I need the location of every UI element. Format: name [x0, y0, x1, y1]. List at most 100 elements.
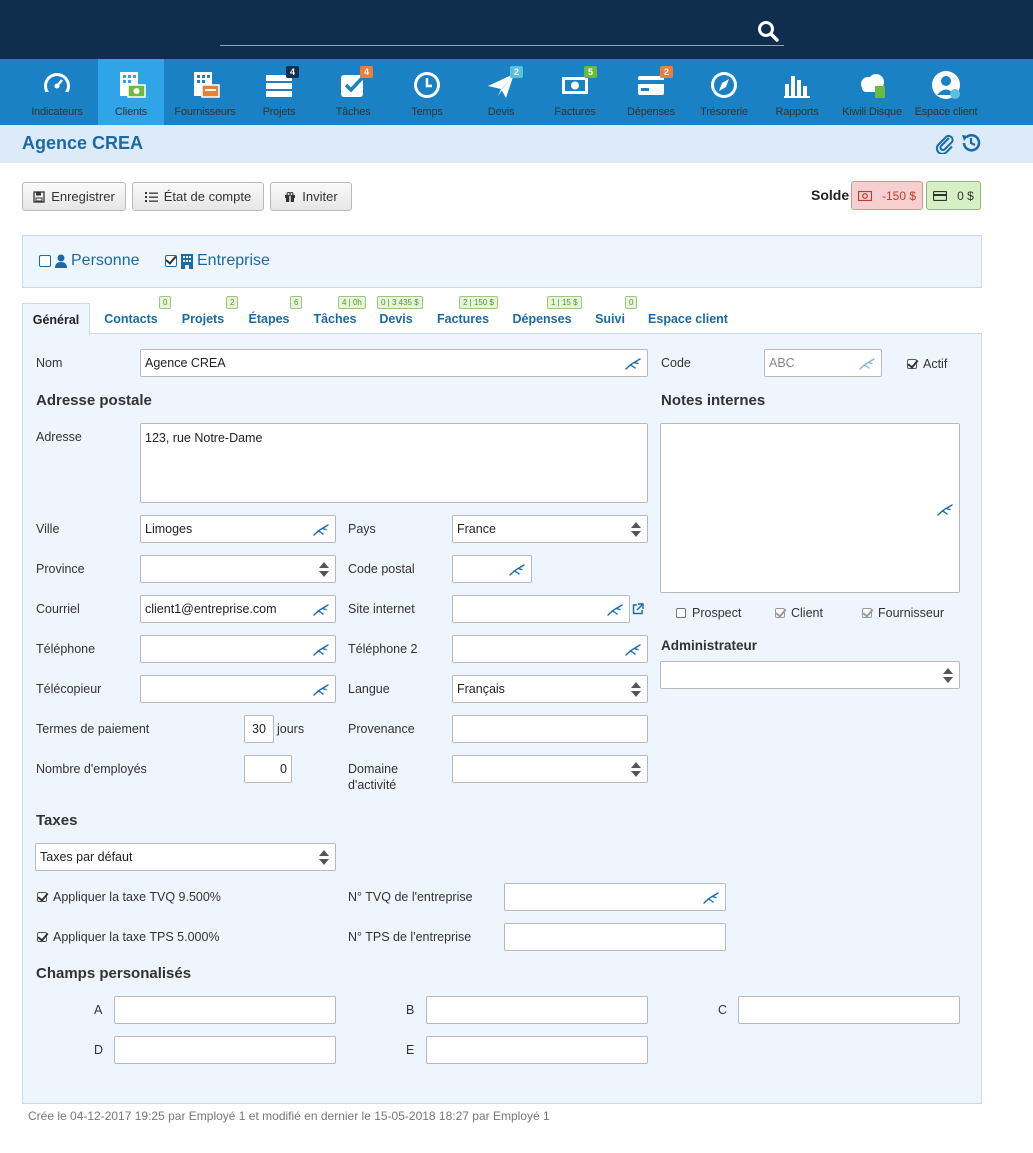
history-icon[interactable]	[960, 132, 982, 154]
ville-field[interactable]: Limoges	[140, 515, 336, 543]
translate-icon[interactable]	[313, 522, 329, 536]
tab-etapes[interactable]: Étapes	[244, 303, 294, 334]
client-checkbox[interactable]: Client	[775, 606, 823, 620]
province-label: Province	[36, 562, 85, 576]
langue-select[interactable]: Français	[452, 675, 648, 703]
domaine-label-line2: d'activité	[348, 778, 397, 792]
nav-taches[interactable]: 4 Tâches	[320, 59, 386, 125]
tvq-no-field[interactable]	[504, 883, 726, 911]
nav-espace-client[interactable]: Espace client	[912, 59, 980, 125]
translate-icon[interactable]	[625, 356, 641, 370]
search-input[interactable]	[220, 45, 784, 46]
translate-icon[interactable]	[625, 642, 641, 656]
translate-icon[interactable]	[509, 562, 525, 576]
prospect-checkbox[interactable]: Prospect	[676, 606, 741, 620]
tps-no-field[interactable]	[504, 923, 726, 951]
nav-fournisseurs[interactable]: Fournisseurs	[170, 59, 240, 125]
domaine-select[interactable]	[452, 755, 648, 783]
telephone2-label: Téléphone 2	[348, 642, 418, 656]
cloud-icon	[861, 74, 885, 98]
telephone2-field[interactable]	[452, 635, 648, 663]
external-link-icon[interactable]	[632, 603, 644, 615]
paperclip-icon[interactable]	[934, 132, 956, 154]
tps-box[interactable]	[37, 932, 47, 942]
nav-indicateurs[interactable]: Indicateurs	[22, 59, 92, 125]
translate-icon[interactable]	[313, 642, 329, 656]
employes-field[interactable]: 0	[244, 755, 292, 783]
person-checkbox[interactable]	[39, 255, 51, 267]
statement-button[interactable]: État de compte	[132, 182, 264, 211]
champ-e-field[interactable]	[426, 1036, 648, 1064]
nav-tresorerie[interactable]: Trésorerie	[692, 59, 756, 125]
champ-a-field[interactable]	[114, 996, 336, 1024]
translate-icon[interactable]	[859, 356, 875, 370]
nom-value: Agence CREA	[145, 356, 226, 370]
provenance-field[interactable]	[452, 715, 648, 743]
translate-icon[interactable]	[313, 682, 329, 696]
tab-depenses-badge: 1 | 15 $	[547, 296, 582, 309]
bar-chart-icon	[784, 76, 810, 98]
type-company-option[interactable]: Entreprise	[165, 252, 270, 270]
actif-box[interactable]	[907, 359, 917, 369]
select-arrows-icon	[631, 762, 641, 777]
telephone-field[interactable]	[140, 635, 336, 663]
translate-icon[interactable]	[313, 602, 329, 616]
notes-field[interactable]	[660, 423, 960, 593]
tab-espace-client[interactable]: Espace client	[644, 303, 732, 334]
taxes-select[interactable]: Taxes par défaut	[35, 843, 336, 871]
champ-b-field[interactable]	[426, 996, 648, 1024]
nav-temps[interactable]: Temps	[394, 59, 460, 125]
nav-kiwili-disque[interactable]: Kiwili Disque	[838, 59, 906, 125]
type-person-option[interactable]: Personne	[39, 252, 140, 270]
courriel-field[interactable]: client1@entreprise.com	[140, 595, 336, 623]
tvq-box[interactable]	[37, 892, 47, 902]
code-postal-field[interactable]	[452, 555, 532, 583]
termes-field[interactable]: 30	[244, 715, 274, 743]
fournisseur-box[interactable]	[862, 608, 872, 618]
nav-depenses[interactable]: 2 Dépenses	[616, 59, 686, 125]
title-bar: Agence CREA	[0, 125, 1033, 163]
pays-select[interactable]: France	[452, 515, 648, 543]
tps-checkbox[interactable]: Appliquer la taxe TPS 5.000%	[37, 930, 220, 944]
champ-c-label: C	[718, 1003, 728, 1017]
balance-positive-value: 0 $	[957, 188, 974, 203]
adresse-field[interactable]: 123, rue Notre-Dame	[140, 423, 648, 503]
company-checkbox[interactable]	[165, 255, 177, 267]
translate-icon[interactable]	[607, 602, 623, 616]
tab-contacts[interactable]: Contacts	[98, 303, 164, 334]
code-field[interactable]: ABC	[764, 349, 882, 377]
save-button[interactable]: Enregistrer	[22, 182, 126, 211]
nav-clients[interactable]: Clients	[98, 59, 164, 125]
balance-negative[interactable]: -150 $	[851, 181, 923, 210]
nav-factures[interactable]: 5 Factures	[542, 59, 608, 125]
province-select[interactable]	[140, 555, 336, 583]
translate-icon[interactable]	[937, 502, 953, 516]
nav-projets[interactable]: 4 Projets	[246, 59, 312, 125]
nav-devis[interactable]: 2 Devis	[468, 59, 534, 125]
select-arrows-icon	[631, 682, 641, 697]
tab-general[interactable]: Général	[22, 303, 90, 335]
tvq-checkbox[interactable]: Appliquer la taxe TVQ 9.500%	[37, 890, 221, 904]
site-field[interactable]	[452, 595, 630, 623]
client-box[interactable]	[775, 608, 785, 618]
tab-projets[interactable]: Projets	[176, 303, 230, 334]
balance-positive[interactable]: 0 $	[926, 181, 981, 210]
telecopieur-field[interactable]	[140, 675, 336, 703]
tab-suivi[interactable]: Suivi	[590, 303, 630, 334]
nom-field[interactable]: Agence CREA	[140, 349, 648, 377]
translate-icon[interactable]	[703, 890, 719, 904]
fournisseur-checkbox[interactable]: Fournisseur	[862, 606, 944, 620]
nav-rapports[interactable]: Rapports	[764, 59, 830, 125]
select-arrows-icon	[943, 668, 953, 683]
actif-checkbox[interactable]: Actif	[907, 357, 947, 371]
admin-select[interactable]	[660, 661, 960, 689]
champ-d-field[interactable]	[114, 1036, 336, 1064]
nav-label: Devis	[487, 106, 515, 118]
invite-button[interactable]: Inviter	[270, 182, 352, 211]
company-label: Entreprise	[197, 252, 270, 269]
gift-icon	[285, 191, 296, 202]
champ-c-field[interactable]	[738, 996, 960, 1024]
prospect-box[interactable]	[676, 608, 686, 618]
tab-projets-badge: 2	[226, 296, 239, 309]
search-icon[interactable]	[757, 20, 779, 42]
